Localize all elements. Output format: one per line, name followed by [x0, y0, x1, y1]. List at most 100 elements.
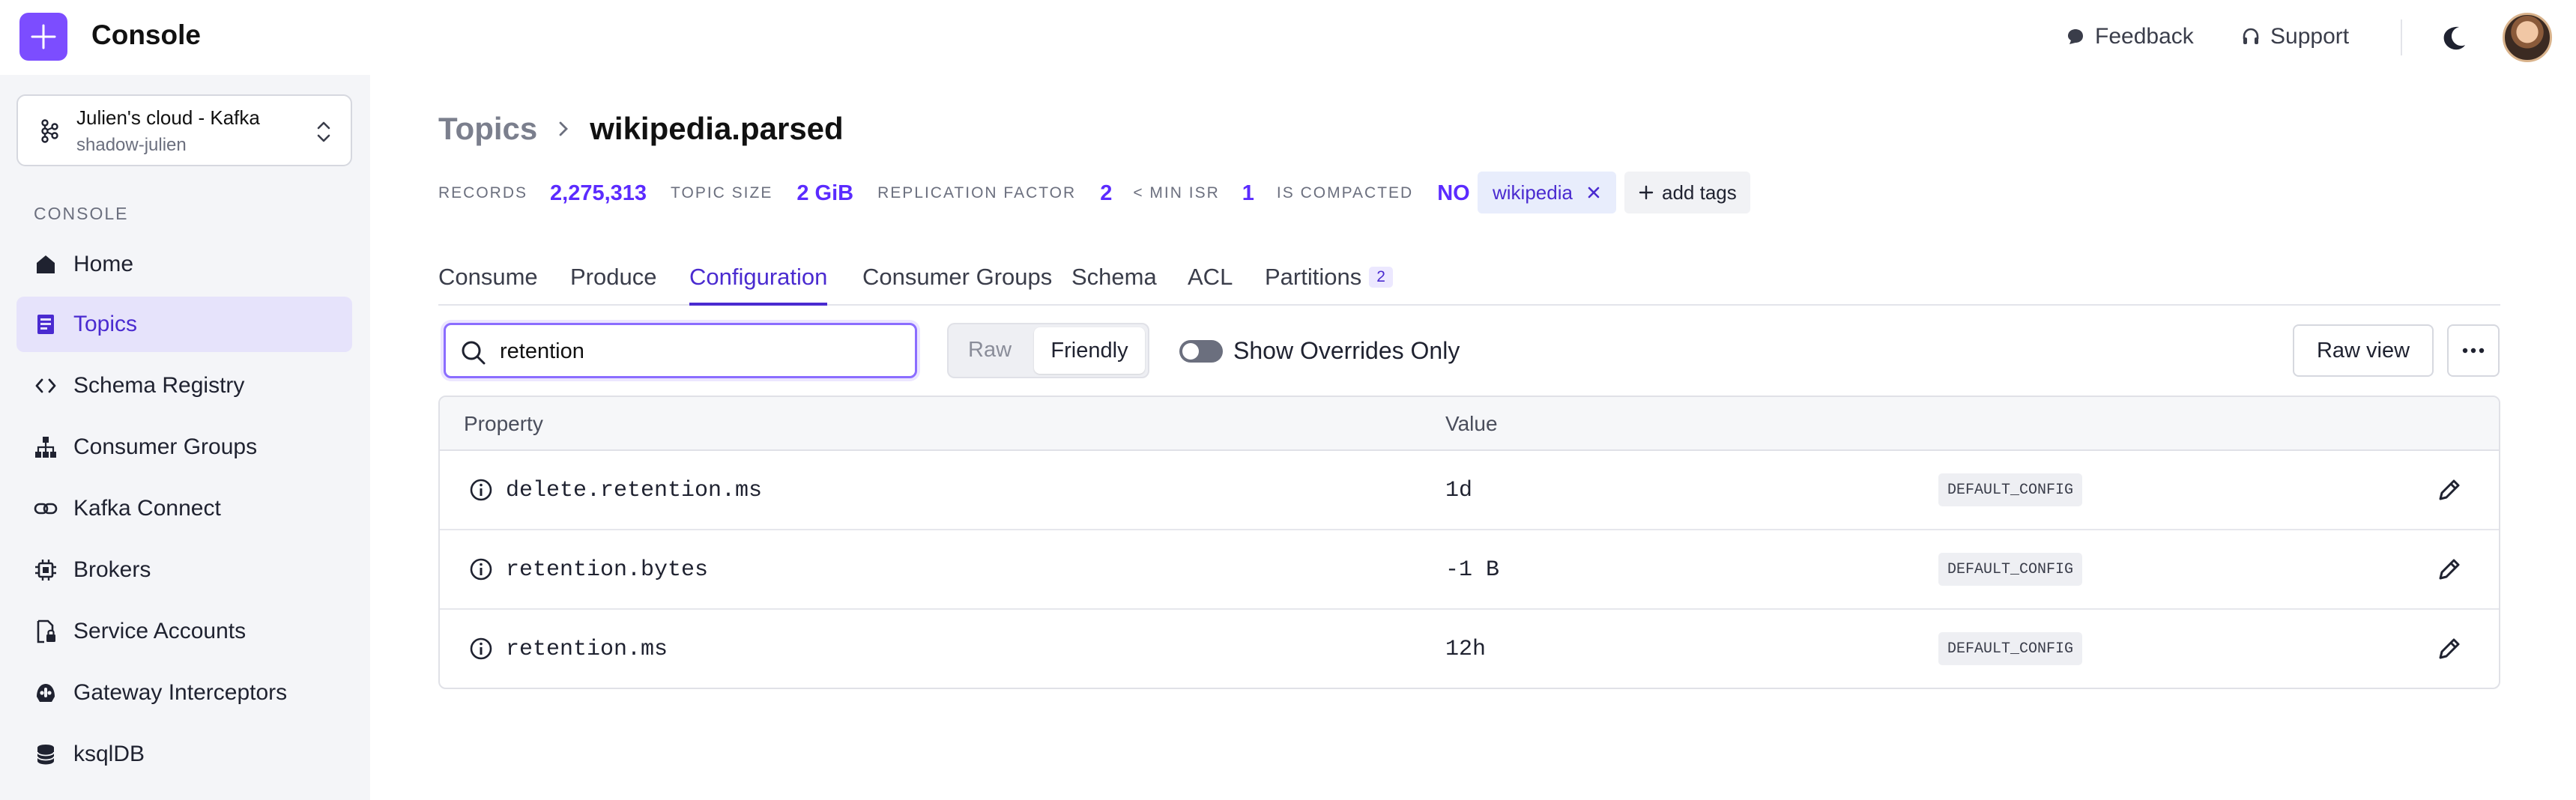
stat-label-min-isr: < MIN ISR	[1133, 184, 1220, 201]
sidebar-item-label: Brokers	[73, 557, 151, 582]
hierarchy-icon	[35, 437, 56, 458]
sparkle-icon	[31, 24, 56, 49]
property-value: 1d	[1445, 478, 1473, 503]
kafka-icon	[41, 119, 58, 143]
link-icon	[34, 503, 58, 515]
property-value: 12h	[1445, 637, 1487, 662]
stat-min-isr: 1	[1242, 181, 1254, 205]
search-icon	[462, 341, 486, 365]
tag-label: wikipedia	[1493, 181, 1573, 204]
topic-tabs: Consume Produce Configuration Consumer G…	[438, 255, 2500, 306]
tab-label: Configuration	[689, 264, 828, 290]
tab-partitions[interactable]: Partitions 2	[1265, 264, 1393, 306]
raw-view-button[interactable]: Raw view	[2293, 324, 2434, 377]
cluster-name: Julien's cloud - Kafka	[76, 106, 260, 129]
sidebar-item-label: Kafka Connect	[73, 496, 221, 521]
close-icon[interactable]	[1586, 185, 1601, 200]
tab-label: Consume	[438, 264, 538, 290]
search-box	[444, 323, 917, 378]
home-icon	[37, 255, 55, 273]
topic-stats: RECORDS 2,275,313 TOPIC SIZE 2 GiB REPLI…	[438, 171, 1470, 216]
topics-icon	[37, 315, 54, 334]
info-icon[interactable]	[468, 636, 494, 661]
more-horizontal-icon	[2462, 348, 2485, 354]
sidebar-item-schema-registry[interactable]: Schema Registry	[16, 358, 352, 413]
tab-label: Schema	[1071, 264, 1157, 290]
raw-mode-option[interactable]: Raw	[968, 338, 1012, 363]
tab-label: Partitions	[1265, 264, 1362, 290]
breadcrumb-topics[interactable]: Topics	[438, 111, 537, 147]
gateway-icon	[37, 684, 55, 702]
sidebar-item-label: Topics	[73, 312, 138, 336]
sidebar-item-consumer-groups[interactable]: Consumer Groups	[16, 419, 352, 475]
page-title: wikipedia.parsed	[590, 111, 844, 146]
code-icon	[35, 378, 56, 393]
sidebar-item-label: Home	[73, 252, 134, 276]
table-row: retention.ms 12h DEFAULT_CONFIG	[440, 610, 2499, 688]
sidebar-item-label: ksqlDB	[73, 742, 145, 766]
sidebar-item-ksqldb[interactable]: ksqlDB	[16, 727, 352, 782]
pencil-icon[interactable]	[2434, 634, 2464, 664]
sidebar-item-home[interactable]: Home	[16, 237, 352, 292]
sidebar-item-gateway-interceptors[interactable]: Gateway Interceptors	[16, 665, 352, 721]
tab-consume[interactable]: Consume	[438, 264, 538, 306]
app-title: Console	[91, 19, 201, 50]
stat-label-replication: REPLICATION FACTOR	[877, 184, 1077, 201]
user-avatar[interactable]	[2503, 13, 2552, 62]
tab-schema[interactable]: Schema	[1071, 264, 1157, 306]
info-icon[interactable]	[468, 477, 494, 503]
header-divider	[2401, 19, 2402, 55]
config-source-badge: DEFAULT_CONFIG	[1938, 632, 2083, 665]
sidebar-item-label: Gateway Interceptors	[73, 680, 288, 705]
overrides-toggle[interactable]	[1179, 340, 1223, 363]
support-link[interactable]: Support	[2240, 24, 2349, 49]
overrides-label: Show Overrides Only	[1233, 337, 1460, 364]
col-value: Value	[1445, 412, 1498, 435]
add-tags-label: add tags	[1662, 181, 1737, 204]
pencil-icon[interactable]	[2434, 554, 2464, 584]
stat-compacted: NO	[1437, 181, 1470, 205]
tab-configuration[interactable]: Configuration	[689, 264, 828, 306]
partitions-count-badge: 2	[1369, 267, 1393, 288]
sidebar-item-kafka-connect[interactable]: Kafka Connect	[16, 481, 352, 536]
database-icon	[37, 745, 55, 765]
file-lock-icon	[37, 619, 55, 643]
sidebar: Julien's cloud - Kafka shadow-julien CON…	[0, 75, 370, 800]
console-logo[interactable]	[19, 13, 67, 61]
sidebar-item-label: Schema Registry	[73, 373, 245, 398]
info-icon[interactable]	[468, 557, 494, 582]
sidebar-item-topics[interactable]: Topics	[16, 297, 352, 352]
stat-label-size: TOPIC SIZE	[671, 184, 773, 201]
search-input[interactable]	[500, 336, 904, 367]
stat-replication: 2	[1100, 181, 1113, 205]
tab-consumer-groups[interactable]: Consumer Groups	[862, 264, 1052, 306]
sidebar-item-label: Consumer Groups	[73, 434, 258, 459]
property-value: -1 B	[1445, 557, 1500, 583]
tab-produce[interactable]: Produce	[570, 264, 656, 306]
cluster-selector[interactable]: Julien's cloud - Kafka shadow-julien	[16, 94, 352, 166]
headphones-icon	[2243, 28, 2259, 44]
friendly-mode-option[interactable]: Friendly	[1034, 327, 1145, 374]
tab-acl[interactable]: ACL	[1188, 264, 1233, 306]
config-table: Property Value delete.retention.ms 1d DE…	[438, 396, 2500, 689]
more-options-button[interactable]	[2447, 324, 2500, 377]
pencil-icon[interactable]	[2434, 475, 2464, 505]
config-source-badge: DEFAULT_CONFIG	[1938, 473, 2083, 506]
chevron-right-icon	[559, 121, 569, 136]
moon-icon[interactable]	[2440, 22, 2470, 52]
feedback-link[interactable]: Feedback	[2065, 24, 2194, 49]
view-mode-toggle: Raw Friendly	[947, 323, 1149, 378]
plus-icon	[1639, 185, 1654, 200]
property-name: retention.ms	[506, 637, 668, 662]
chevron-updown-icon	[317, 121, 330, 142]
stat-size: 2 GiB	[796, 181, 854, 205]
feedback-label: Feedback	[2095, 24, 2194, 49]
sidebar-item-service-accounts[interactable]: Service Accounts	[16, 604, 352, 659]
stat-label-compacted: IS COMPACTED	[1276, 184, 1414, 201]
chat-bubble-icon	[2068, 29, 2083, 44]
tab-label: ACL	[1188, 264, 1233, 290]
tab-label: Consumer Groups	[862, 264, 1053, 290]
add-tags-button[interactable]: add tags	[1624, 172, 1750, 213]
property-name: delete.retention.ms	[506, 478, 763, 503]
sidebar-item-brokers[interactable]: Brokers	[16, 542, 352, 598]
